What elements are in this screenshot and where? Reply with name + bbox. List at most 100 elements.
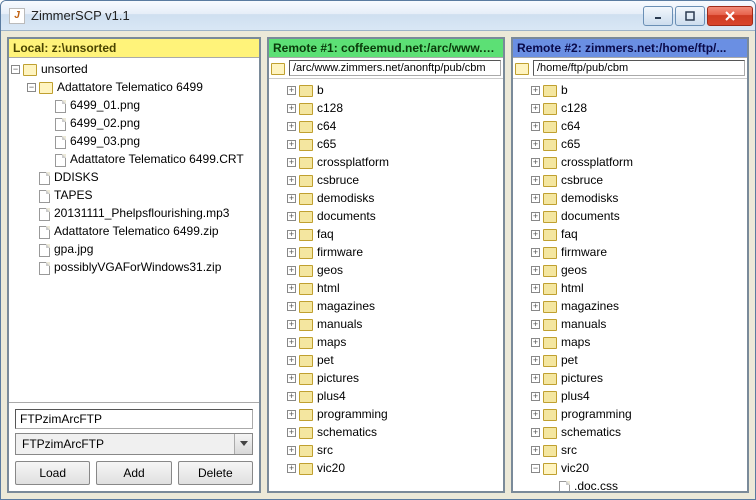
- tree-collapse-icon[interactable]: −: [531, 464, 540, 473]
- tree-collapse-icon[interactable]: −: [27, 83, 36, 92]
- remote-folder[interactable]: +html: [271, 279, 501, 297]
- remote-folder[interactable]: +plus4: [515, 387, 745, 405]
- tree-expand-icon[interactable]: +: [531, 248, 540, 257]
- tree-expand-icon[interactable]: +: [531, 428, 540, 437]
- remote-folder[interactable]: +manuals: [271, 315, 501, 333]
- tree-expand-icon[interactable]: +: [287, 104, 296, 113]
- remote-folder[interactable]: +programming: [271, 405, 501, 423]
- load-button[interactable]: Load: [15, 461, 90, 485]
- local-root[interactable]: −unsorted: [11, 60, 257, 78]
- local-file[interactable]: 6499_01.png: [11, 96, 257, 114]
- tree-expand-icon[interactable]: +: [287, 428, 296, 437]
- tree-expand-icon[interactable]: +: [287, 338, 296, 347]
- tree-expand-icon[interactable]: +: [531, 320, 540, 329]
- tree-expand-icon[interactable]: +: [287, 176, 296, 185]
- local-file[interactable]: Adattatore Telematico 6499.CRT: [11, 150, 257, 168]
- tree-expand-icon[interactable]: +: [531, 392, 540, 401]
- remote-folder[interactable]: +maps: [271, 333, 501, 351]
- titlebar[interactable]: J ZimmerSCP v1.1: [1, 1, 755, 31]
- remote2-path-input[interactable]: [533, 60, 745, 76]
- remote-folder[interactable]: +programming: [515, 405, 745, 423]
- remote-folder[interactable]: +magazines: [271, 297, 501, 315]
- remote-folder[interactable]: +maps: [515, 333, 745, 351]
- tree-collapse-icon[interactable]: −: [11, 65, 20, 74]
- tree-expand-icon[interactable]: +: [287, 464, 296, 473]
- remote-folder[interactable]: +firmware: [271, 243, 501, 261]
- remote2-tree[interactable]: +b+c128+c64+c65+crossplatform+csbruce+de…: [513, 79, 747, 491]
- remote-folder[interactable]: +crossplatform: [515, 153, 745, 171]
- maximize-button[interactable]: [675, 6, 705, 26]
- tree-expand-icon[interactable]: +: [531, 158, 540, 167]
- tree-expand-icon[interactable]: +: [287, 410, 296, 419]
- remote-folder[interactable]: +src: [515, 441, 745, 459]
- tree-expand-icon[interactable]: +: [531, 284, 540, 293]
- remote-folder[interactable]: +csbruce: [271, 171, 501, 189]
- remote-folder[interactable]: +c128: [515, 99, 745, 117]
- remote-folder[interactable]: +src: [271, 441, 501, 459]
- remote-folder[interactable]: +c65: [271, 135, 501, 153]
- remote-folder[interactable]: +manuals: [515, 315, 745, 333]
- remote-folder[interactable]: +pet: [271, 351, 501, 369]
- tree-expand-icon[interactable]: +: [531, 194, 540, 203]
- tree-expand-icon[interactable]: +: [287, 374, 296, 383]
- tree-expand-icon[interactable]: +: [287, 320, 296, 329]
- tree-expand-icon[interactable]: +: [531, 266, 540, 275]
- add-button[interactable]: Add: [96, 461, 171, 485]
- tree-expand-icon[interactable]: +: [287, 86, 296, 95]
- close-button[interactable]: [707, 6, 753, 26]
- profile-select[interactable]: FTPzimArcFTP: [15, 433, 253, 455]
- remote-folder[interactable]: +c64: [271, 117, 501, 135]
- delete-button[interactable]: Delete: [178, 461, 253, 485]
- local-file[interactable]: TAPES: [11, 186, 257, 204]
- local-file[interactable]: DDISKS: [11, 168, 257, 186]
- tree-expand-icon[interactable]: +: [287, 356, 296, 365]
- tree-expand-icon[interactable]: +: [531, 446, 540, 455]
- remote-folder[interactable]: +faq: [271, 225, 501, 243]
- tree-expand-icon[interactable]: +: [287, 392, 296, 401]
- local-file[interactable]: 20131111_Phelpsflourishing.mp3: [11, 204, 257, 222]
- local-tree[interactable]: −unsorted−Adattatore Telematico 64996499…: [9, 58, 259, 398]
- remote1-path-input[interactable]: [289, 60, 501, 76]
- remote-folder[interactable]: +html: [515, 279, 745, 297]
- remote1-tree[interactable]: +b+c128+c64+c65+crossplatform+csbruce+de…: [269, 79, 503, 491]
- profile-input[interactable]: [15, 409, 253, 429]
- tree-expand-icon[interactable]: +: [287, 302, 296, 311]
- remote-folder[interactable]: +crossplatform: [271, 153, 501, 171]
- remote-folder[interactable]: +pictures: [271, 369, 501, 387]
- tree-expand-icon[interactable]: +: [531, 104, 540, 113]
- remote-folder[interactable]: +schematics: [515, 423, 745, 441]
- tree-expand-icon[interactable]: +: [531, 356, 540, 365]
- tree-expand-icon[interactable]: +: [531, 410, 540, 419]
- tree-expand-icon[interactable]: +: [287, 284, 296, 293]
- tree-expand-icon[interactable]: +: [287, 230, 296, 239]
- tree-expand-icon[interactable]: +: [531, 374, 540, 383]
- tree-expand-icon[interactable]: +: [287, 446, 296, 455]
- remote-folder[interactable]: +b: [515, 81, 745, 99]
- local-file[interactable]: gpa.jpg: [11, 240, 257, 258]
- remote-folder[interactable]: +documents: [271, 207, 501, 225]
- tree-expand-icon[interactable]: +: [531, 302, 540, 311]
- tree-expand-icon[interactable]: +: [531, 86, 540, 95]
- local-file[interactable]: Adattatore Telematico 6499.zip: [11, 222, 257, 240]
- remote-folder[interactable]: +faq: [515, 225, 745, 243]
- tree-expand-icon[interactable]: +: [287, 194, 296, 203]
- remote-folder[interactable]: +vic20: [271, 459, 501, 477]
- local-folder[interactable]: −Adattatore Telematico 6499: [11, 78, 257, 96]
- remote-folder[interactable]: +schematics: [271, 423, 501, 441]
- tree-expand-icon[interactable]: +: [287, 158, 296, 167]
- tree-expand-icon[interactable]: +: [531, 140, 540, 149]
- tree-expand-icon[interactable]: +: [287, 212, 296, 221]
- local-file[interactable]: 6499_02.png: [11, 114, 257, 132]
- tree-expand-icon[interactable]: +: [531, 230, 540, 239]
- remote-folder[interactable]: +documents: [515, 207, 745, 225]
- local-file[interactable]: 6499_03.png: [11, 132, 257, 150]
- tree-expand-icon[interactable]: +: [287, 122, 296, 131]
- remote-folder[interactable]: −vic20: [515, 459, 745, 477]
- remote-folder[interactable]: +pictures: [515, 369, 745, 387]
- minimize-button[interactable]: [643, 6, 673, 26]
- tree-expand-icon[interactable]: +: [287, 266, 296, 275]
- remote-folder[interactable]: +c128: [271, 99, 501, 117]
- remote-folder[interactable]: +pet: [515, 351, 745, 369]
- remote-folder[interactable]: +firmware: [515, 243, 745, 261]
- remote-folder[interactable]: +demodisks: [271, 189, 501, 207]
